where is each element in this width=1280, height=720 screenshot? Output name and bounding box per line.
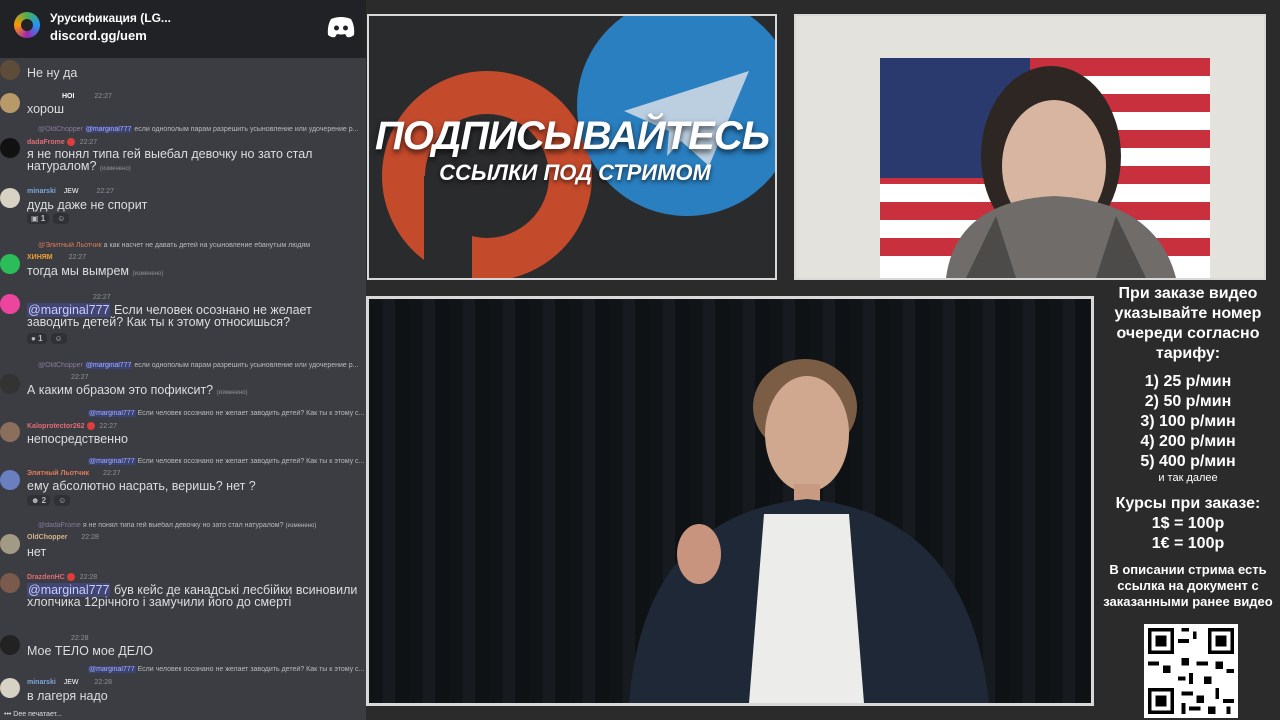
message-meta: minarski JEW 22:27 xyxy=(27,188,115,195)
message-text: дудь даже не спорит xyxy=(27,198,148,212)
server-name: Урусификация (LG... xyxy=(50,11,171,25)
message-list: Не ну да HOI 22:27 хорош @OldChopper @ma… xyxy=(0,58,366,720)
message-text: @marginal777 був кейс де канадські лесбі… xyxy=(27,583,358,609)
avatar[interactable] xyxy=(0,374,20,394)
rate-item: 4) 200 р/мин xyxy=(1140,433,1236,450)
typing-indicator: ••• Dee печатает... xyxy=(4,711,62,718)
courses-title: Курсы при заказе: xyxy=(1115,495,1261,512)
subscribe-banner: ПОДПИСЫВАЙТЕСЬ ССЫЛКИ ПОД СТРИМОМ xyxy=(367,14,777,280)
discord-chat-panel: Урусификация (LG... discord.gg/uem Не ну… xyxy=(0,0,366,720)
rate-item: 5) 400 р/мин xyxy=(1140,453,1236,470)
rate-item: 2) 50 р/мин xyxy=(1144,393,1232,410)
rate-item: 3) 100 р/мин xyxy=(1140,413,1236,430)
promo-title: ПОДПИСЫВАЙТЕСЬ xyxy=(374,114,770,158)
message-text: А каким образом это пофиксит? (изменено) xyxy=(27,383,248,397)
avatar[interactable] xyxy=(0,294,20,314)
reply-preview: @OldChopper @marginal777 если однополым … xyxy=(38,126,359,133)
course-item: 1€ = 100р xyxy=(1151,535,1225,552)
message-text: Не ну да xyxy=(27,66,78,80)
message-meta: HOI 22:27 xyxy=(62,93,112,100)
reaction[interactable]: ● 1 ☺ xyxy=(27,333,71,344)
description-note: В описании стрима есть ссылка на докумен… xyxy=(1103,562,1273,609)
avatar[interactable] xyxy=(0,573,20,593)
message-text: непосредственно xyxy=(27,432,128,446)
avatar[interactable] xyxy=(0,470,20,490)
message-text: @marginal777 Если человек осознано не же… xyxy=(27,303,312,329)
reply-preview: @Элитный Льотчик а как насчет не давать … xyxy=(38,242,311,249)
avatar[interactable] xyxy=(0,678,20,698)
message-text: тогда мы вымрем (изменено) xyxy=(27,264,164,278)
reaction[interactable]: ☻ 2 ☺ xyxy=(27,495,74,506)
qr-code-icon[interactable] xyxy=(1144,624,1238,718)
discord-header: Урусификация (LG... discord.gg/uem xyxy=(0,0,366,58)
order-info-panel: При заказе видео указывайте номер очеред… xyxy=(1096,284,1280,610)
avatar[interactable] xyxy=(0,635,20,655)
reaction[interactable]: ▣ 1 ☺ xyxy=(27,213,73,224)
role-badge: HOI xyxy=(62,93,75,100)
message-text: Мое ТЕЛО мое ДЕЛО xyxy=(27,644,154,658)
message-meta: dadaFrome 22:27 xyxy=(27,138,98,146)
message-text: в лагеря надо xyxy=(27,689,108,703)
course-item: 1$ = 100р xyxy=(1151,515,1225,532)
reply-preview: @marginal777 Если человек осознано не же… xyxy=(88,666,365,673)
avatar[interactable] xyxy=(0,138,20,158)
message-meta: minarski JEW 22:28 xyxy=(27,679,113,686)
discord-icon xyxy=(327,17,355,38)
message-text: нет xyxy=(27,545,47,559)
avatar[interactable] xyxy=(0,188,20,208)
message-meta: OldChopper 22:28 xyxy=(27,534,99,541)
message-text: ему абсолютно насрать, веришь? нет ? xyxy=(27,479,256,493)
reply-preview: @marginal777 Если человек осознано не же… xyxy=(88,410,365,417)
webcam-scene xyxy=(796,16,1264,278)
reply-preview: @dadaFrome я не понял типа гей выебал де… xyxy=(38,522,317,529)
reply-preview: @marginal777 Если человек осознано не же… xyxy=(88,458,365,465)
message-meta: ХИНЯМ 22:27 xyxy=(27,254,87,261)
server-invite-link[interactable]: discord.gg/uem xyxy=(50,28,147,43)
message-meta: Kaloprotector262 22:27 xyxy=(27,422,118,430)
order-instructions: При заказе видео указывайте номер очеред… xyxy=(1114,285,1262,362)
message-meta: 22:27 xyxy=(71,374,89,381)
avatar[interactable] xyxy=(0,60,20,80)
avatar[interactable] xyxy=(0,422,20,442)
promo-subtitle: ССЫЛКИ ПОД СТРИМОМ xyxy=(439,160,711,185)
message-meta: DrazdenHC 22:28 xyxy=(27,573,98,581)
message-text: хорош xyxy=(27,102,64,116)
rate-item: 1) 25 р/мин xyxy=(1144,373,1232,390)
reply-preview: @OldChopper @marginal777 если однополым … xyxy=(38,362,359,369)
main-video[interactable] xyxy=(366,296,1094,706)
avatar[interactable] xyxy=(0,534,20,554)
message-meta: 22:28 xyxy=(71,635,89,642)
message-text: я не понял типа гей выебал девочку но за… xyxy=(27,147,313,173)
avatar[interactable] xyxy=(0,93,20,113)
rates-more: и так далее xyxy=(1158,472,1218,484)
avatar[interactable] xyxy=(0,254,20,274)
server-icon[interactable] xyxy=(14,12,40,38)
video-scene xyxy=(629,359,989,703)
message-meta: Элитный Льотчик 22:27 xyxy=(27,470,121,477)
message-time: 22:27 xyxy=(94,93,112,100)
message-meta: 22:27 xyxy=(93,294,111,301)
webcam-feed xyxy=(794,14,1266,280)
